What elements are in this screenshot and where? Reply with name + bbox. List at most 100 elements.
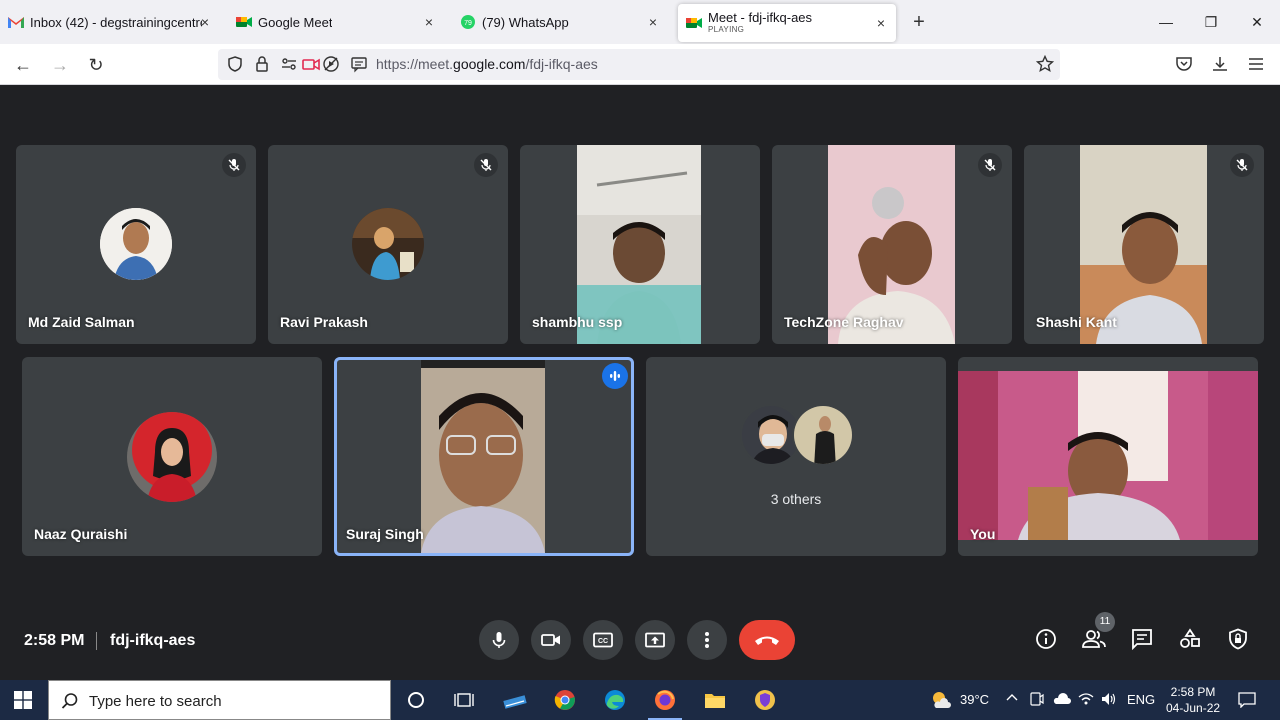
participant-name: Naaz Quraishi: [34, 526, 128, 542]
new-tab-button[interactable]: +: [908, 11, 930, 33]
camera-sharing-icon[interactable]: [302, 55, 320, 73]
taskbar-search-box[interactable]: Type here to search: [48, 680, 391, 720]
input-language-indicator[interactable]: ENG: [1127, 692, 1155, 707]
meeting-clock: 2:58 PM: [24, 632, 85, 649]
self-video: [958, 371, 1258, 540]
captions-button[interactable]: CC: [583, 620, 623, 660]
whiteboard-app-icon[interactable]: [502, 688, 528, 712]
autoplay-blocked-icon[interactable]: [322, 55, 340, 73]
others-tile[interactable]: 3 others: [646, 357, 946, 556]
whatsapp-badge: 79: [464, 20, 472, 27]
host-controls-button[interactable]: [1225, 626, 1251, 652]
lock-icon[interactable]: [253, 55, 271, 73]
reader-view-icon[interactable]: [350, 55, 368, 73]
back-button[interactable]: ←: [12, 54, 34, 76]
volume-icon[interactable]: [1101, 692, 1117, 709]
menu-icon[interactable]: [1247, 55, 1265, 73]
activities-button[interactable]: [1177, 626, 1203, 652]
participant-name: Md Zaid Salman: [28, 314, 135, 330]
url-text[interactable]: https://meet.google.com/fdj-ifkq-aes: [376, 56, 598, 72]
windows-taskbar: Type here to search 39°C ENG 2:58 PM 04-…: [0, 680, 1280, 720]
participant-tile[interactable]: Ravi Prakash: [268, 145, 508, 344]
close-tab-icon[interactable]: ×: [872, 14, 890, 32]
more-vertical-icon: [705, 632, 709, 648]
camera-button[interactable]: [531, 620, 571, 660]
chat-icon: [1132, 629, 1152, 650]
tab-title: Meet - fdj-ifkq-aes: [708, 11, 813, 25]
show-hidden-icons-chevron-icon[interactable]: [1006, 692, 1018, 707]
tab-meet-active[interactable]: Meet - fdj-ifkq-aes PLAYING ×: [678, 4, 896, 42]
meeting-code: fdj-ifkq-aes: [110, 632, 196, 649]
video-camera-icon: [541, 634, 560, 646]
others-count-label: 3 others: [770, 491, 822, 507]
search-placeholder: Type here to search: [89, 693, 222, 710]
participant-name: TechZone Raghav: [784, 314, 904, 330]
onedrive-cloud-icon[interactable]: [1053, 692, 1071, 709]
url-path: /fdj-ifkq-aes: [525, 56, 598, 72]
tab-inbox[interactable]: Inbox (42) - degstrainingcentre ×: [8, 0, 218, 44]
tab-title: Inbox (42) - degstrainingcentre: [30, 14, 202, 30]
pocket-icon[interactable]: [1175, 55, 1193, 73]
downloads-icon[interactable]: [1211, 55, 1229, 73]
shield-icon[interactable]: [226, 55, 244, 73]
leave-call-button[interactable]: [739, 620, 795, 660]
file-explorer-icon[interactable]: [702, 688, 728, 712]
firefox-icon[interactable]: [652, 688, 678, 712]
cortana-icon[interactable]: [403, 688, 429, 712]
gmail-icon: [8, 14, 24, 30]
minimize-button[interactable]: —: [1156, 12, 1176, 32]
tab-playing-status: PLAYING: [708, 25, 745, 34]
close-tab-icon[interactable]: ×: [196, 13, 214, 31]
notifications-icon[interactable]: [1238, 692, 1256, 711]
info-icon: [1036, 629, 1056, 649]
microphone-button[interactable]: [479, 620, 519, 660]
close-window-button[interactable]: ✕: [1247, 12, 1267, 32]
close-tab-icon[interactable]: ×: [644, 13, 662, 31]
browser-nav-bar: ← → ↻ https://meet.google.com/fdj-ifkq-a…: [0, 44, 1280, 85]
activities-shapes-icon: [1180, 628, 1200, 648]
browser-tab-bar: Inbox (42) - degstrainingcentre × Google…: [0, 0, 1280, 44]
taskbar-date: 04-Jun-22: [1166, 701, 1221, 715]
reload-button[interactable]: ↻: [85, 54, 107, 76]
participant-tile[interactable]: Naaz Quraishi: [22, 357, 322, 556]
meeting-details-button[interactable]: [1033, 626, 1059, 652]
closed-captions-icon: CC: [593, 632, 613, 648]
windows-start-icon[interactable]: [10, 688, 36, 712]
chrome-icon[interactable]: [552, 688, 578, 712]
participant-name: Ravi Prakash: [280, 314, 368, 330]
bookmark-star-icon[interactable]: [1035, 54, 1055, 73]
participant-tile-speaking[interactable]: Suraj Singh: [334, 357, 634, 556]
forward-button[interactable]: →: [49, 54, 71, 76]
meet-control-bar: 2:58 PM fdj-ifkq-aes CC 11: [0, 612, 1280, 680]
taskbar-clock[interactable]: 2:58 PM 04-Jun-22: [1166, 684, 1220, 716]
hang-up-icon: [755, 636, 779, 645]
close-tab-icon[interactable]: ×: [420, 13, 438, 31]
task-view-icon[interactable]: [451, 688, 477, 712]
participant-name: Shashi Kant: [1036, 314, 1117, 330]
participant-tile[interactable]: shambhu ssp: [520, 145, 760, 344]
address-bar[interactable]: https://meet.google.com/fdj-ifkq-aes: [218, 49, 1060, 80]
present-screen-icon: [645, 632, 665, 648]
meet-now-icon[interactable]: [1030, 692, 1044, 709]
svg-text:CC: CC: [598, 638, 608, 645]
screen: { "tabs": [ {"title": "Inbox (42) - degs…: [0, 0, 1280, 720]
meet-icon: [686, 15, 702, 31]
tab-title: (79) WhatsApp: [482, 14, 569, 30]
participant-tile[interactable]: Md Zaid Salman: [16, 145, 256, 344]
chat-button[interactable]: [1129, 626, 1155, 652]
tab-whatsapp[interactable]: 79 (79) WhatsApp ×: [460, 0, 668, 44]
more-options-button[interactable]: [687, 620, 727, 660]
present-screen-button[interactable]: [635, 620, 675, 660]
avatar: [127, 412, 217, 502]
restore-button[interactable]: ❐: [1201, 12, 1221, 32]
permissions-icon[interactable]: [280, 55, 298, 73]
edge-icon[interactable]: [602, 688, 628, 712]
participant-tile[interactable]: Shashi Kant: [1024, 145, 1264, 344]
weather-icon[interactable]: [928, 688, 954, 712]
brave-vpn-icon[interactable]: [752, 688, 778, 712]
wifi-icon[interactable]: [1078, 692, 1094, 709]
weather-temperature[interactable]: 39°C: [960, 692, 989, 707]
self-tile[interactable]: You: [958, 357, 1258, 556]
participant-tile[interactable]: TechZone Raghav: [772, 145, 1012, 344]
tab-google-meet[interactable]: Google Meet ×: [236, 0, 444, 44]
